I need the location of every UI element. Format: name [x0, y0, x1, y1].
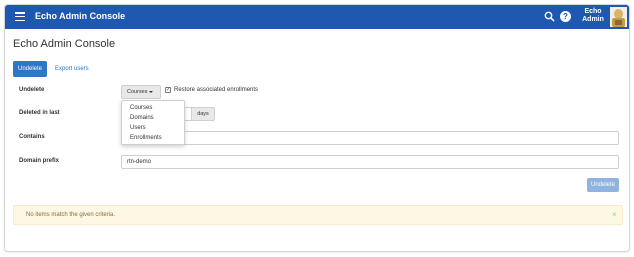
dropdown-item-users[interactable]: Users: [130, 125, 146, 131]
deleted-in-last-label: Deleted in last: [19, 110, 60, 116]
avatar[interactable]: [610, 7, 627, 27]
contains-label: Contains: [19, 134, 45, 140]
help-icon[interactable]: ?: [560, 11, 571, 22]
dropdown-item-enrollments[interactable]: Enrollments: [130, 135, 162, 141]
user-name-line2: Admin: [582, 16, 604, 23]
app-window: Echo Admin Console ? Echo Admin Echo Adm…: [4, 4, 630, 252]
export-users-link[interactable]: Export users: [55, 66, 89, 72]
dropdown-item-domains[interactable]: Domains: [130, 115, 154, 121]
undelete-type-label: Undelete: [19, 87, 45, 93]
undelete-tab-button[interactable]: Undelete: [13, 61, 47, 77]
user-name-line1: Echo: [584, 8, 602, 15]
page-title: Echo Admin Console: [13, 38, 116, 50]
no-results-alert: No items match the given criteria. ×: [13, 205, 623, 225]
restore-enrollments-checkbox[interactable]: ✓: [165, 87, 171, 93]
search-icon[interactable]: [544, 11, 555, 22]
domain-prefix-input[interactable]: rtn-demo: [121, 155, 619, 169]
top-bar: Echo Admin Console ? Echo Admin: [5, 5, 629, 29]
app-title: Echo Admin Console: [35, 11, 126, 21]
domain-prefix-label: Domain prefix: [19, 158, 60, 164]
menu-icon[interactable]: [15, 12, 25, 22]
type-dropdown-value: Courses: [127, 89, 148, 95]
type-dropdown[interactable]: Courses: [121, 85, 161, 99]
caret-down-icon: [149, 90, 154, 93]
undelete-submit-button[interactable]: Undelete: [587, 178, 619, 192]
type-dropdown-menu: Courses Domains Users Enrollments: [121, 100, 185, 145]
days-addon: days: [191, 107, 215, 121]
restore-enrollments-label: Restore associated enrollments: [174, 87, 259, 93]
contains-input[interactable]: [121, 131, 619, 145]
alert-message: No items match the given criteria.: [26, 212, 116, 218]
dropdown-item-courses[interactable]: Courses: [130, 105, 152, 111]
user-name[interactable]: Echo Admin: [579, 8, 607, 24]
close-icon[interactable]: ×: [612, 210, 617, 219]
